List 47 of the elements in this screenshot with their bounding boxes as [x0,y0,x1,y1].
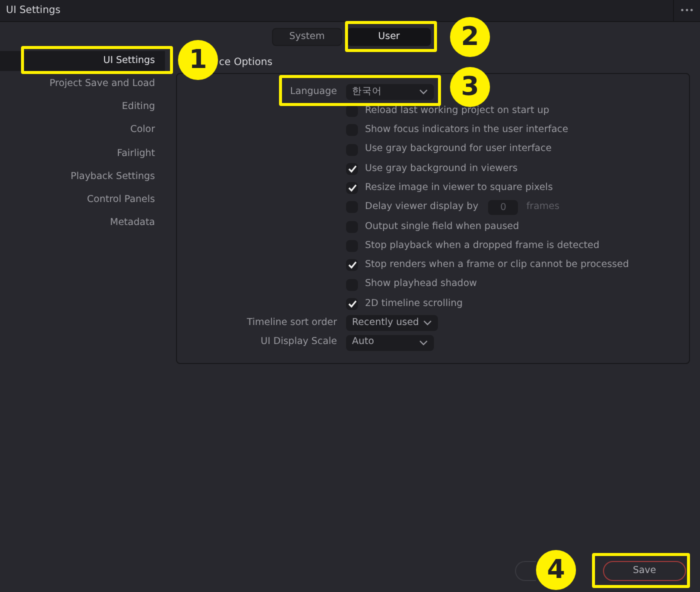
unit-label: frames [526,200,560,214]
dropdown[interactable]: Auto [346,334,434,350]
checkbox-label: Output single field when paused [365,220,520,234]
checkbox-label: Use gray background in viewers [365,162,518,176]
field-label: Timeline sort order [246,316,338,330]
outline-button[interactable] [515,561,536,581]
field-label: UI Display Scale [260,335,338,350]
checkbox-label: Show playhead shadow [365,277,477,292]
checkbox-label: Delay viewer display by [365,200,478,214]
more-menu[interactable]: ••• [672,0,700,21]
sidebar-item[interactable]: Color [0,120,165,141]
chevron-down-icon [419,340,428,346]
section-title: ce Options [219,56,272,70]
checkbox-label: Use gray background for user interface [365,142,552,156]
tab[interactable]: User [347,28,431,46]
checkbox-label: Stop playback when a dropped frame is detected [365,238,600,253]
checkbox[interactable] [346,182,358,194]
sidebar-item[interactable]: Playback Settings [0,166,165,187]
checkmark-icon [348,300,356,308]
checkbox[interactable] [346,298,358,310]
chevron-down-icon [422,320,432,326]
sidebar-item[interactable]: Fairlight [0,144,165,164]
step-badge: 1 [178,40,218,80]
checkbox[interactable] [346,162,358,175]
window-title: UI Settings [5,4,60,18]
checkmark-icon [348,184,356,192]
step-badge: 3 [450,67,490,107]
dropdown[interactable]: 한국어 [346,84,434,100]
checkbox-label: 2D timeline scrolling [365,296,463,311]
chevron-down-icon [419,88,428,95]
checkmark-icon [348,164,356,173]
checkmark-icon [348,261,356,270]
sidebar-item[interactable]: UI Settings [0,51,165,71]
step-badge: 4 [536,550,576,590]
sidebar-item[interactable]: Project Save and Load [0,74,165,94]
tab[interactable]: System [272,28,342,46]
checkbox-label: Resize image in viewer to square pixels [365,181,553,195]
sidebar-item[interactable]: Metadata [0,213,165,234]
dropdown[interactable]: Recently used [346,315,438,332]
sidebar-item[interactable]: Editing [0,97,165,118]
checkbox-label: Stop renders when a frame or clip cannot be processed [365,258,629,272]
checkbox-label: Show focus indicators in the user interface [365,123,568,138]
step-badge: 2 [450,17,490,57]
field-label: Language [289,84,338,99]
sidebar-item[interactable]: Control Panels [0,190,165,210]
checkbox[interactable] [346,259,358,272]
save-button[interactable]: Save [603,561,686,581]
